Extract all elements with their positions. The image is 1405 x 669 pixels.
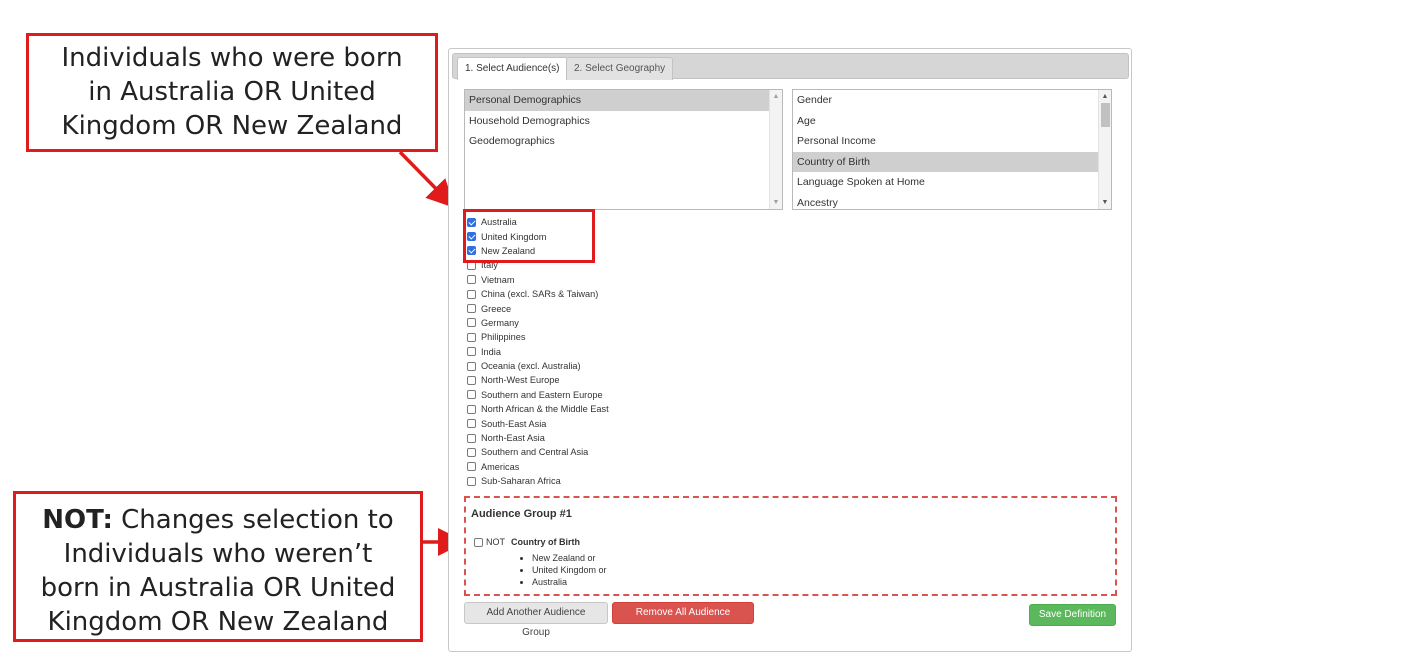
- not-row: NOT Country of Birth: [474, 537, 580, 547]
- save-definition-button[interactable]: Save Definition: [1029, 604, 1116, 626]
- country-label: Vietnam: [481, 274, 515, 285]
- criteria-values-list: New Zealand or United Kingdom or Austral…: [516, 552, 607, 588]
- scroll-down-icon[interactable]: ▼: [770, 197, 782, 208]
- country-option[interactable]: North-East Asia: [467, 431, 609, 445]
- country-label: Philippines: [481, 332, 526, 343]
- country-checkbox[interactable]: [467, 476, 476, 486]
- country-option[interactable]: Americas: [467, 460, 609, 474]
- variable-country-of-birth[interactable]: Country of Birth: [793, 151, 1099, 172]
- country-label: Oceania (excl. Australia): [481, 361, 581, 372]
- country-label: Germany: [481, 317, 519, 328]
- criteria-label: Country of Birth: [511, 537, 580, 547]
- country-label: Southern and Central Asia: [481, 447, 589, 458]
- criteria-value: New Zealand or: [532, 552, 607, 564]
- scroll-down-icon[interactable]: ▼: [1099, 197, 1111, 208]
- category-household-demographics[interactable]: Household Demographics: [465, 111, 771, 132]
- country-label: North-West Europe: [481, 375, 560, 386]
- scroll-up-icon[interactable]: ▲: [1099, 91, 1111, 102]
- criteria-value: Australia: [532, 576, 607, 588]
- tab-bar: 1. Select Audience(s) 2. Select Geograph…: [452, 53, 1129, 80]
- country-label: Greece: [481, 303, 512, 314]
- country-checkbox[interactable]: [467, 433, 476, 443]
- arrow-top: [398, 150, 455, 208]
- country-checkbox[interactable]: [467, 361, 476, 371]
- country-checkbox[interactable]: [467, 419, 476, 429]
- add-audience-group-button[interactable]: Add Another Audience Group: [464, 602, 608, 638]
- country-option[interactable]: South-East Asia: [467, 416, 609, 430]
- country-label: China (excl. SARs & Taiwan): [481, 289, 599, 300]
- country-option[interactable]: Oceania (excl. Australia): [467, 359, 609, 373]
- criteria-value: United Kingdom or: [532, 564, 607, 576]
- country-option[interactable]: Sub-Saharan Africa: [467, 474, 609, 488]
- category-list[interactable]: Personal Demographics Household Demograp…: [464, 89, 783, 210]
- country-option[interactable]: Southern and Central Asia: [467, 445, 609, 459]
- variable-personal-income[interactable]: Personal Income: [793, 131, 1099, 152]
- remove-all-audience-groups-button[interactable]: Remove All Audience Groups: [612, 602, 754, 638]
- country-checkbox[interactable]: [467, 404, 476, 414]
- country-label: South-East Asia: [481, 418, 547, 429]
- country-checkbox[interactable]: [467, 304, 476, 314]
- country-checkbox[interactable]: [467, 275, 476, 285]
- scroll-thumb[interactable]: [1101, 103, 1110, 127]
- country-option[interactable]: Vietnam: [467, 273, 609, 287]
- country-option[interactable]: Philippines: [467, 330, 609, 344]
- country-option[interactable]: India: [467, 345, 609, 359]
- country-option[interactable]: Greece: [467, 301, 609, 315]
- tab-select-audiences[interactable]: 1. Select Audience(s): [457, 57, 568, 80]
- variable-list-scrollbar[interactable]: ▲ ▼: [1098, 90, 1111, 209]
- not-checkbox[interactable]: [474, 537, 483, 547]
- variable-language-spoken-at-home[interactable]: Language Spoken at Home: [793, 172, 1099, 193]
- audience-builder-panel: 1. Select Audience(s) 2. Select Geograph…: [448, 48, 1132, 652]
- country-label: Americas: [481, 461, 520, 472]
- country-checkbox[interactable]: [467, 462, 476, 472]
- country-checkbox[interactable]: [467, 375, 476, 385]
- audience-group-box: Audience Group #1 NOT Country of Birth N…: [464, 496, 1117, 596]
- country-checkbox[interactable]: [467, 390, 476, 400]
- not-label: NOT: [486, 537, 505, 547]
- country-label: Southern and Eastern Europe: [481, 389, 603, 400]
- variable-gender[interactable]: Gender: [793, 90, 1099, 111]
- category-geodemographics[interactable]: Geodemographics: [465, 131, 771, 152]
- country-label: North-East Asia: [481, 433, 545, 444]
- country-checkbox[interactable]: [467, 318, 476, 328]
- country-option[interactable]: Southern and Eastern Europe: [467, 388, 609, 402]
- variable-age[interactable]: Age: [793, 111, 1099, 132]
- country-checkbox[interactable]: [467, 447, 476, 457]
- variable-ancestry[interactable]: Ancestry: [793, 193, 1099, 210]
- country-option[interactable]: North African & the Middle East: [467, 402, 609, 416]
- category-list-scrollbar[interactable]: ▲ ▼: [769, 90, 782, 209]
- country-checkbox[interactable]: [467, 332, 476, 342]
- country-option[interactable]: North-West Europe: [467, 373, 609, 387]
- category-personal-demographics[interactable]: Personal Demographics: [465, 90, 771, 111]
- country-option[interactable]: Germany: [467, 316, 609, 330]
- tab-select-geography[interactable]: 2. Select Geography: [566, 57, 674, 80]
- country-label: India: [481, 346, 501, 357]
- country-checkbox[interactable]: [467, 289, 476, 299]
- country-checkbox[interactable]: [467, 347, 476, 357]
- country-label: Sub-Saharan Africa: [481, 476, 561, 487]
- selected-countries-highlight: [463, 209, 595, 263]
- country-option[interactable]: China (excl. SARs & Taiwan): [467, 287, 609, 301]
- country-label: North African & the Middle East: [481, 404, 609, 415]
- scroll-up-icon[interactable]: ▲: [770, 91, 782, 102]
- audience-group-title: Audience Group #1: [471, 508, 572, 520]
- variable-list[interactable]: Gender Age Personal Income Country of Bi…: [792, 89, 1112, 210]
